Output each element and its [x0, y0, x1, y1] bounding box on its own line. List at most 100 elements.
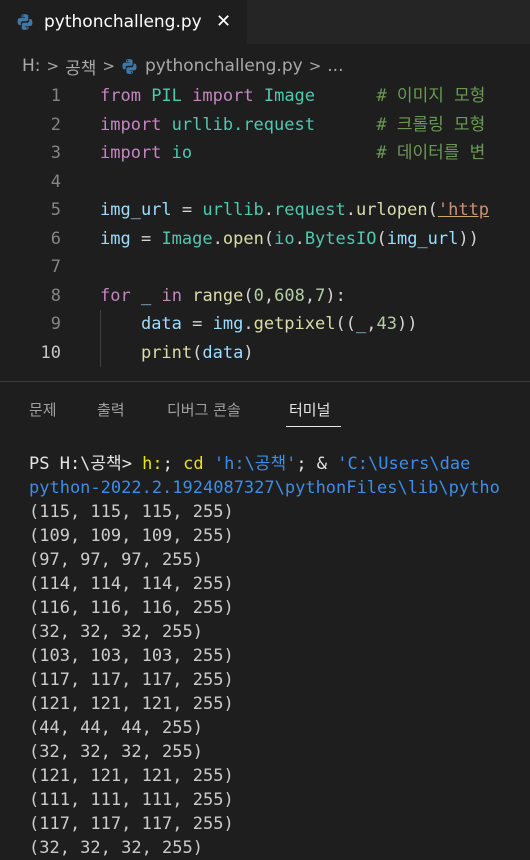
chevron-right-icon: > — [102, 57, 115, 75]
code-token: getpixel — [253, 314, 336, 334]
breadcrumb-file[interactable]: pythonchalleng.py — [145, 56, 303, 76]
code-token: )) — [396, 314, 418, 334]
code-token: print — [140, 342, 193, 363]
code-text: data = img.getpixel((_,43)) — [100, 310, 417, 339]
breadcrumb: H: > 공책 > pythonchalleng.py > ... — [22, 53, 343, 79]
tab-debug-console[interactable]: 디버그 콘솔 — [167, 399, 241, 420]
code-editor[interactable]: 1 from PIL import Image # 이미지 모형 2 import u… — [0, 82, 530, 372]
terminal-command-line: PS H:\공책> h:; cd 'h:\공책'; & 'C:\Users\da… — [29, 452, 470, 476]
code-line[interactable]: 5 img_url = urllib.request.urlopen('http — [0, 196, 530, 225]
tab-title: pythonchalleng.py — [44, 12, 202, 32]
code-token: import — [192, 86, 254, 106]
code-text: from PIL import Image # 이미지 모형 — [100, 82, 485, 111]
line-number: 8 — [50, 285, 61, 306]
code-token: . — [294, 228, 305, 249]
code-token: ( — [427, 200, 438, 220]
code-token: ) — [243, 342, 254, 363]
code-token: , — [366, 314, 377, 334]
code-token: )) — [458, 228, 479, 249]
code-line[interactable]: 3 import io # 데이터를 변 — [0, 139, 530, 168]
code-token: = — [181, 314, 213, 334]
code-text: img_url = urllib.request.urlopen('http — [100, 196, 489, 225]
line-number: 9 — [50, 314, 61, 334]
editor-tab-bar: pythonchalleng.py ✕ — [0, 0, 530, 44]
code-text: for _ in range(0,608,7): — [100, 282, 346, 311]
terminal-output-line: (117, 117, 117, 255) — [29, 814, 234, 834]
code-token: 43 — [376, 314, 397, 334]
terminal-output-line: (103, 103, 103, 255) — [29, 646, 234, 666]
terminal-output-line: (115, 115, 115, 255) — [29, 502, 234, 522]
breadcrumb-folder[interactable]: 공책 — [65, 54, 96, 79]
terminal-output-line: (32, 32, 32, 255) — [29, 838, 203, 858]
line-number: 4 — [50, 171, 61, 192]
code-token: import — [100, 143, 162, 163]
code-line[interactable]: 2 import urllib.request # 크롤링 모형 — [0, 111, 530, 140]
code-token: img_url — [100, 200, 172, 220]
python-icon — [17, 14, 33, 30]
code-token: 'http — [437, 200, 490, 220]
code-token: _ — [140, 285, 152, 306]
line-number: 5 — [50, 200, 61, 220]
code-token: _ — [355, 314, 367, 334]
code-line[interactable]: 4 — [0, 168, 530, 197]
code-line[interactable]: 8 for _ in range(0,608,7): — [0, 282, 530, 311]
code-line[interactable]: 9 data = img.getpixel((_,43)) — [0, 310, 530, 339]
line-number: 3 — [50, 143, 61, 163]
breadcrumb-more[interactable]: ... — [327, 56, 343, 76]
code-line[interactable]: 7 — [0, 253, 530, 282]
tab-output[interactable]: 출력 — [97, 399, 125, 420]
terminal-output-line: (121, 121, 121, 255) — [29, 694, 234, 714]
terminal-command-part: h: — [142, 454, 163, 474]
code-token: img_url — [386, 228, 459, 249]
code-token: # 크롤링 모형 — [376, 114, 486, 135]
tab-terminal[interactable]: 터미널 — [289, 399, 330, 420]
code-token: . — [345, 200, 356, 220]
code-token: , — [304, 285, 316, 306]
line-number: 1 — [50, 86, 61, 106]
code-token: urlopen — [355, 200, 428, 220]
code-text: print(data) — [100, 339, 254, 368]
code-token: # 데이터를 변 — [376, 143, 486, 163]
code-token: = — [171, 200, 203, 220]
chevron-right-icon: > — [308, 57, 322, 75]
line-number: 7 — [50, 257, 61, 277]
code-token: 7 — [315, 285, 326, 306]
code-token: 0 — [253, 285, 264, 306]
breadcrumb-drive[interactable]: H: — [22, 56, 41, 76]
code-token: urllib.request — [171, 114, 315, 135]
code-token: ( — [243, 285, 254, 306]
close-icon[interactable]: ✕ — [216, 10, 231, 34]
code-token: import — [100, 114, 162, 135]
code-line[interactable]: 10 print(data) — [0, 338, 530, 368]
code-token: urllib — [202, 200, 264, 220]
code-token: # 이미지 모형 — [376, 86, 486, 106]
terminal-command-part: ; & — [296, 454, 338, 474]
terminal-command-part: cd — [183, 454, 214, 474]
panel-tabs: 문제 출력 디버그 콘솔 터미널 — [0, 382, 530, 432]
terminal-output-line: (117, 117, 117, 255) — [29, 670, 234, 690]
code-line[interactable]: 6 img = Image.open(io.BytesIO(img_url)) — [0, 225, 530, 254]
code-token: PIL — [151, 86, 182, 106]
line-number: 10 — [40, 342, 61, 363]
tab-pythonchalleng[interactable]: pythonchalleng.py ✕ — [0, 0, 247, 44]
code-token: ( — [192, 342, 203, 363]
terminal-prompt: PS H:\공책> — [29, 454, 143, 474]
code-line[interactable]: 1 from PIL import Image # 이미지 모형 — [0, 82, 530, 111]
code-token: . — [243, 314, 254, 334]
active-tab-indicator — [286, 426, 341, 427]
tab-problems[interactable]: 문제 — [29, 399, 57, 420]
code-token: img — [100, 228, 131, 249]
code-text: img = Image.open(io.BytesIO(img_url)) — [100, 225, 479, 254]
code-token: (( — [335, 314, 356, 334]
